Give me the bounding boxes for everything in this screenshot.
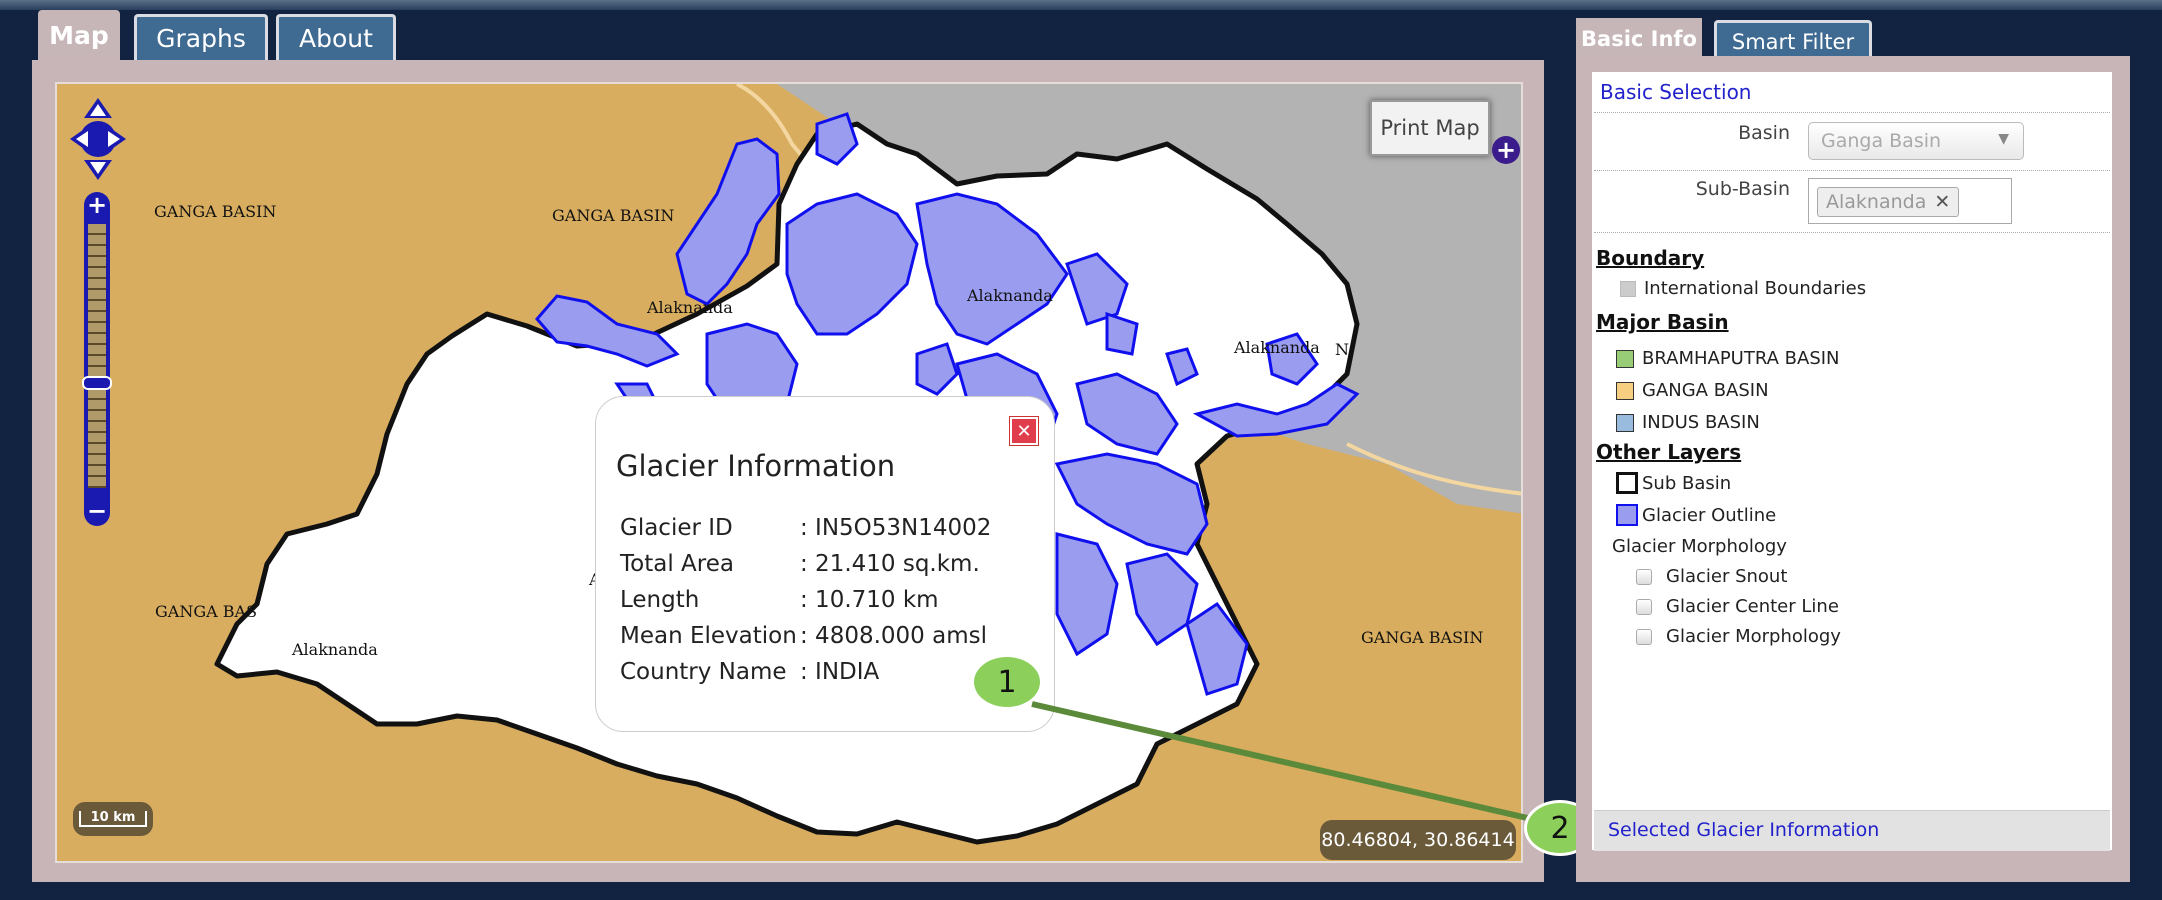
- basin-select[interactable]: Ganga Basin ▼: [1808, 122, 2024, 160]
- swatch-international: [1620, 280, 1636, 297]
- tab-smart-filter[interactable]: Smart Filter: [1714, 20, 1872, 60]
- subbasin-chip: Alaknanda ✕: [1817, 187, 1960, 217]
- boundary-heading: Boundary: [1596, 246, 1705, 270]
- swatch-glacier-outline: [1616, 504, 1638, 526]
- subbasin-chip-label: Alaknanda: [1826, 191, 1927, 213]
- legend-label: BRAMHAPUTRA BASIN: [1642, 348, 1840, 369]
- layer-glacier-snout[interactable]: Glacier Snout: [1636, 566, 1787, 587]
- swatch-bramhaputra: [1616, 349, 1634, 368]
- legend-ganga: GANGA BASIN: [1616, 380, 1769, 401]
- basic-selection-heading: Basic Selection: [1600, 80, 1752, 104]
- swatch-ganga: [1616, 381, 1634, 400]
- glacier-snout-checkbox[interactable]: [1636, 568, 1652, 585]
- subbasin-multiselect[interactable]: Alaknanda ✕: [1808, 178, 2012, 224]
- remove-chip-icon[interactable]: ✕: [1934, 191, 1950, 213]
- layer-label: Glacier Snout: [1666, 566, 1788, 587]
- chevron-down-icon: ▼: [1998, 131, 2009, 147]
- legend-label: INDUS BASIN: [1642, 412, 1760, 433]
- selected-glacier-info-label: Selected Glacier Information: [1608, 819, 1880, 841]
- subbasin-label: Sub-Basin: [1695, 178, 1790, 200]
- glacier-center-line-checkbox[interactable]: [1636, 598, 1652, 615]
- legend-bramhaputra: BRAMHAPUTRA BASIN: [1616, 348, 1840, 369]
- glacier-morphology-group-label: Glacier Morphology: [1612, 536, 1787, 557]
- divider: [1594, 170, 2110, 171]
- layer-glacier-center-line[interactable]: Glacier Center Line: [1636, 596, 1839, 617]
- layer-glacier-morphology[interactable]: Glacier Morphology: [1636, 626, 1841, 647]
- legend-label: Sub Basin: [1642, 472, 1732, 494]
- divider: [1594, 232, 2110, 233]
- layer-label: Glacier Morphology: [1666, 626, 1841, 647]
- selected-glacier-info-bar[interactable]: Selected Glacier Information: [1594, 810, 2110, 851]
- layer-label: Glacier Center Line: [1666, 596, 1839, 617]
- legend-sub-basin: Sub Basin: [1616, 472, 1731, 494]
- basin-label: Basin: [1738, 122, 1790, 144]
- legend-label: GANGA BASIN: [1642, 380, 1769, 401]
- swatch-indus: [1616, 413, 1634, 432]
- legend-label: International Boundaries: [1644, 278, 1867, 299]
- divider: [1594, 112, 2110, 113]
- other-layers-heading: Other Layers: [1596, 440, 1742, 464]
- legend-label: Glacier Outline: [1642, 504, 1777, 526]
- major-basin-heading: Major Basin: [1596, 310, 1729, 334]
- legend-international-boundaries: International Boundaries: [1620, 278, 1866, 299]
- tab-basic-info[interactable]: Basic Info: [1576, 18, 1702, 60]
- swatch-sub-basin: [1616, 472, 1638, 494]
- legend-glacier-outline: Glacier Outline: [1616, 504, 1776, 526]
- callout-badge-1: 1: [971, 654, 1043, 710]
- legend-indus: INDUS BASIN: [1616, 412, 1760, 433]
- glacier-morphology-checkbox[interactable]: [1636, 628, 1652, 645]
- basin-select-value: Ganga Basin: [1821, 130, 1942, 152]
